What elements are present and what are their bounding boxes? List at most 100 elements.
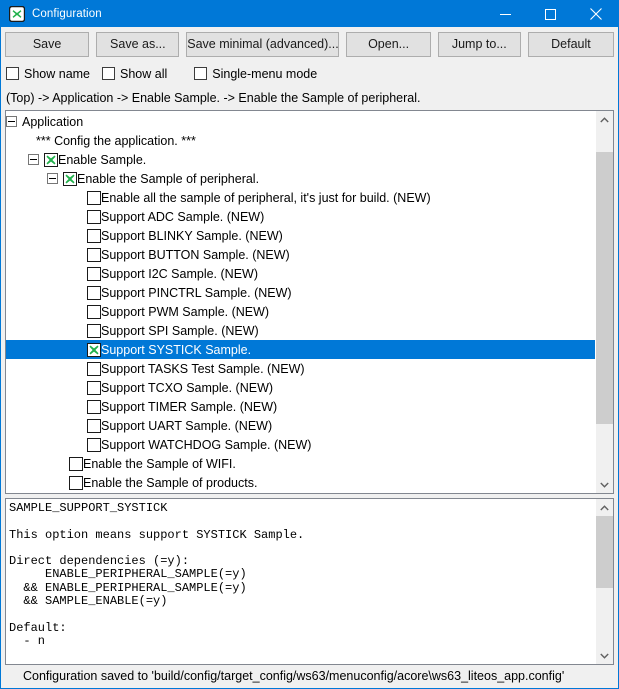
collapse-expander-icon[interactable]: [28, 154, 39, 165]
tree-row[interactable]: Support SPI Sample. (NEW): [6, 321, 595, 340]
checkbox-icon[interactable]: [87, 266, 101, 281]
collapse-expander-icon[interactable]: [6, 116, 17, 127]
help-scroll-thumb[interactable]: [596, 516, 613, 589]
collapse-expander-icon[interactable]: [47, 173, 58, 184]
titlebar: Configuration: [1, 1, 618, 27]
checkbox-checked-icon[interactable]: [87, 342, 101, 357]
toolbar: Save Save as... Save minimal (advanced).…: [1, 27, 618, 61]
tree-vertical-scrollbar[interactable]: [595, 111, 613, 493]
tree-row-label: Support SYSTICK Sample.: [101, 342, 252, 357]
save-as-button[interactable]: Save as...: [96, 31, 180, 57]
config-tree-list[interactable]: Application *** Config the application. *…: [6, 111, 595, 493]
tree-row[interactable]: Enable the Sample of peripheral.: [6, 169, 595, 188]
tree-row-label: Enable the Sample of WIFI.: [83, 456, 236, 471]
tree-row-label: Support TIMER Sample. (NEW): [101, 399, 278, 414]
checkbox-icon: [194, 67, 208, 80]
tree-row[interactable]: Support PWM Sample. (NEW): [6, 302, 595, 321]
tree-row-label: Application: [22, 114, 84, 129]
checkbox-checked-icon[interactable]: [63, 171, 77, 186]
tree-row-label: Support PWM Sample. (NEW): [101, 304, 270, 319]
default-button[interactable]: Default: [527, 31, 614, 57]
window-title: Configuration: [32, 8, 102, 20]
checkbox-icon[interactable]: [87, 399, 101, 414]
checkbox-icon: [6, 67, 19, 80]
tree-row[interactable]: Support PINCTRL Sample. (NEW): [6, 283, 595, 302]
checkbox-icon[interactable]: [87, 418, 101, 433]
show-all-label: Show all: [120, 66, 168, 81]
checkbox-checked-icon[interactable]: [44, 152, 58, 167]
breadcrumb: (Top) -> Application -> Enable Sample. -…: [1, 86, 618, 110]
open-button[interactable]: Open...: [346, 31, 431, 57]
tree-row-label: *** Config the application. ***: [36, 133, 196, 148]
tree-row[interactable]: Support ADC Sample. (NEW): [6, 207, 595, 226]
chevron-down-icon[interactable]: [596, 476, 613, 493]
chevron-up-icon[interactable]: [596, 111, 613, 128]
checkbox-icon[interactable]: [87, 190, 101, 205]
options-row: Show name Show all Single-menu mode: [1, 61, 618, 86]
tree-row[interactable]: Support I2C Sample. (NEW): [6, 264, 595, 283]
checkbox-icon[interactable]: [69, 475, 83, 490]
tree-row[interactable]: Support TASKS Test Sample. (NEW): [6, 359, 595, 378]
checkbox-icon[interactable]: [69, 456, 83, 471]
tree-row-label: Support PINCTRL Sample. (NEW): [101, 285, 292, 300]
tree-row-label: Support TCXO Sample. (NEW): [101, 380, 274, 395]
jump-to-button[interactable]: Jump to...: [437, 31, 521, 57]
show-all-checkbox[interactable]: Show all: [102, 67, 167, 81]
tree-row-label: Support BLINKY Sample. (NEW): [101, 228, 283, 243]
tree-row-label: Support SPI Sample. (NEW): [101, 323, 259, 338]
tree-row[interactable]: Application: [6, 112, 595, 131]
help-text: SAMPLE_SUPPORT_SYSTICK This option means…: [9, 501, 305, 648]
tree-row[interactable]: *** Config the application. ***: [6, 131, 595, 150]
green-x-icon: [8, 5, 26, 23]
help-vertical-scrollbar[interactable]: [595, 499, 613, 664]
help-scroll-track[interactable]: [596, 516, 613, 647]
tree-row-label: Support TASKS Test Sample. (NEW): [101, 361, 305, 376]
checkbox-icon[interactable]: [87, 304, 101, 319]
tree-row-label: Support BUTTON Sample. (NEW): [101, 247, 290, 262]
tree-row[interactable]: Enable the Sample of WIFI.: [6, 454, 595, 473]
tree-row[interactable]: Support BUTTON Sample. (NEW): [6, 245, 595, 264]
maximize-icon[interactable]: [528, 1, 573, 27]
tree-row-label: Support I2C Sample. (NEW): [101, 266, 258, 281]
tree-row[interactable]: Support TCXO Sample. (NEW): [6, 378, 595, 397]
window-controls: [483, 1, 618, 27]
save-button[interactable]: Save: [5, 31, 90, 57]
tree-row-label: Support UART Sample. (NEW): [101, 418, 273, 433]
save-minimal-button[interactable]: Save minimal (advanced)...: [186, 31, 340, 57]
checkbox-icon[interactable]: [87, 361, 101, 376]
show-name-checkbox[interactable]: Show name: [6, 67, 90, 81]
tree-row[interactable]: Enable Sample.: [6, 150, 595, 169]
checkbox-icon[interactable]: [87, 209, 101, 224]
checkbox-icon[interactable]: [87, 228, 101, 243]
tree-row[interactable]: Enable the Sample of products.: [6, 473, 595, 492]
config-tree-pane: Application *** Config the application. *…: [5, 110, 614, 494]
tree-row-label: Enable all the sample of peripheral, it'…: [101, 190, 431, 205]
tree-row[interactable]: Support SYSTICK Sample.: [6, 340, 595, 359]
tree-row[interactable]: Support WATCHDOG Sample. (NEW): [6, 435, 595, 454]
configuration-window: Configuration Save Save as... Save minim…: [0, 0, 619, 689]
tree-row[interactable]: Enable all the sample of peripheral, it'…: [6, 188, 595, 207]
tree-row-label: Enable the Sample of peripheral.: [77, 171, 260, 186]
show-name-label: Show name: [24, 66, 91, 81]
minimize-icon[interactable]: [483, 1, 528, 27]
checkbox-icon: [102, 67, 116, 80]
tree-row-label: Enable the Sample of products.: [83, 475, 258, 490]
tree-row[interactable]: Support UART Sample. (NEW): [6, 416, 595, 435]
single-menu-mode-label: Single-menu mode: [212, 66, 318, 81]
checkbox-icon[interactable]: [87, 437, 101, 452]
close-icon[interactable]: [573, 1, 618, 27]
tree-row[interactable]: Support BLINKY Sample. (NEW): [6, 226, 595, 245]
status-bar: Configuration saved to 'build/config/tar…: [1, 665, 618, 688]
checkbox-icon[interactable]: [87, 323, 101, 338]
help-pane: SAMPLE_SUPPORT_SYSTICK This option means…: [5, 498, 614, 665]
tree-scroll-thumb[interactable]: [596, 152, 613, 424]
single-menu-mode-checkbox[interactable]: Single-menu mode: [194, 67, 317, 81]
tree-row[interactable]: Support TIMER Sample. (NEW): [6, 397, 595, 416]
checkbox-icon[interactable]: [87, 247, 101, 262]
checkbox-icon[interactable]: [87, 380, 101, 395]
tree-row-label: Support ADC Sample. (NEW): [101, 209, 265, 224]
chevron-down-icon[interactable]: [596, 647, 613, 664]
tree-scroll-track[interactable]: [596, 128, 613, 476]
checkbox-icon[interactable]: [87, 285, 101, 300]
chevron-up-icon[interactable]: [596, 499, 613, 516]
